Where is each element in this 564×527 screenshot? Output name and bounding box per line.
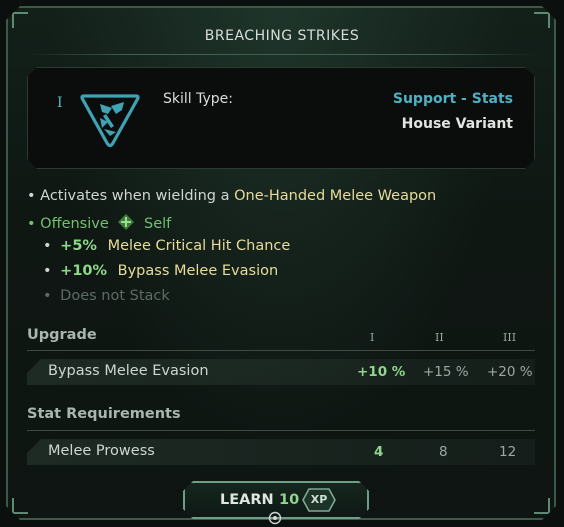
requirements-heading: Stat Requirements (27, 406, 181, 422)
activation-line: • Activates when wielding a One-Handed M… (27, 188, 436, 204)
upgrade-row: Bypass Melee Evasion +10 % +15 % +20 % (27, 359, 535, 385)
requirement-value-tier-1: 4 (374, 444, 384, 460)
tier-glyph: I (57, 95, 63, 111)
requirement-value-tier-2: 8 (439, 444, 448, 460)
stack-note-line: • Does not Stack (43, 288, 170, 304)
xp-currency-label: XP (310, 493, 328, 506)
corner-decoration (12, 498, 28, 514)
target-pin-icon (268, 511, 282, 525)
effect-bullet: • (43, 263, 52, 279)
upgrade-heading: Upgrade (27, 327, 97, 343)
skill-variant: House Variant (401, 116, 513, 132)
requirement-row-label: Melee Prowess (48, 443, 155, 459)
target-self: Self (144, 216, 172, 232)
learn-cost: 10 (279, 492, 300, 508)
activation-weapon: One-Handed Melee Weapon (234, 188, 437, 204)
upgrade-divider (27, 350, 535, 351)
effect-bullet: • (43, 238, 52, 254)
stack-note: Does not Stack (60, 288, 170, 304)
tier-header-2: II (435, 331, 444, 344)
effect-text: Melee Critical Hit Chance (107, 238, 291, 254)
corner-decoration (12, 12, 28, 28)
corner-decoration (534, 498, 550, 514)
target-bullet: • (27, 216, 36, 232)
effect-value: +5% (60, 238, 97, 254)
upgrade-value-tier-1: +10 % (357, 364, 406, 380)
target-offensive: Offensive (40, 216, 109, 232)
effect-text: Bypass Melee Evasion (117, 263, 279, 279)
title-divider (26, 54, 538, 55)
skill-type-value: Support - Stats (392, 91, 513, 107)
requirements-divider (27, 430, 535, 431)
upgrade-value-tier-3: +20 % (487, 364, 533, 380)
axe-emblem-icon (78, 88, 142, 150)
requirement-row: Melee Prowess 4 8 12 (27, 439, 535, 465)
corner-decoration (534, 12, 550, 28)
effect-value: +10% (60, 263, 108, 279)
stack-bullet: • (43, 288, 52, 304)
effect-line: • +10% Bypass Melee Evasion (43, 263, 278, 279)
skill-header-box: I Skill Type: Support - Stats House Vari… (27, 67, 535, 169)
skill-title: BREACHING STRIKES (204, 28, 360, 44)
upgrade-row-label: Bypass Melee Evasion (48, 363, 209, 379)
target-line: • Offensive Self (27, 213, 171, 232)
tier-header-1: I (370, 331, 375, 344)
skill-type-label: Skill Type: (163, 91, 233, 107)
effect-line: • +5% Melee Critical Hit Chance (43, 238, 290, 254)
learn-label: LEARN (220, 492, 274, 508)
tier-header-3: III (503, 331, 517, 344)
diamond-cross-icon (118, 214, 135, 230)
activation-prefix: • Activates when wielding a (27, 188, 230, 204)
upgrade-value-tier-2: +15 % (423, 364, 469, 380)
requirement-value-tier-3: 12 (499, 444, 517, 460)
